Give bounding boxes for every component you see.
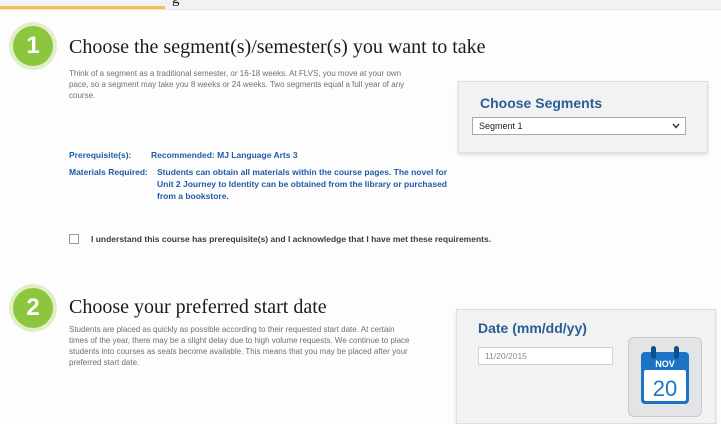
section-2-title: Choose your preferred start date [69, 296, 327, 318]
calendar-month: NOV [655, 359, 675, 369]
prerequisite-value: Recommended: MJ Language Arts 3 [151, 150, 298, 160]
start-date-input[interactable] [478, 347, 613, 365]
section-1-description: Think of a segment as a traditional seme… [69, 69, 405, 100]
segment-select[interactable]: Segment 1 [472, 117, 686, 135]
calendar-icon: NOV 20 [641, 346, 689, 404]
header-accent-bar [0, 6, 165, 9]
prerequisite-row: Prerequisite(s): Recommended: MJ Languag… [69, 149, 429, 163]
segment-select-value: Segment 1 [479, 121, 523, 131]
calendar-day: 20 [653, 376, 677, 401]
section-1-title: Choose the segment(s)/semester(s) you wa… [69, 36, 486, 58]
segments-panel: Choose Segments Segment 1 [458, 81, 708, 153]
date-panel-title: Date (mm/dd/yy) [478, 320, 587, 336]
header-clipped-text: g [172, 0, 180, 8]
section-2-description: Students are placed as quickly as possib… [69, 325, 410, 367]
segments-panel-title: Choose Segments [480, 95, 603, 111]
calendar-button[interactable]: NOV 20 [628, 337, 702, 417]
top-header-strip: g [0, 0, 721, 10]
materials-label: Materials Required: [69, 167, 148, 177]
acknowledge-text: I understand this course has prerequisit… [91, 234, 492, 244]
materials-value: Students can obtain all materials within… [157, 167, 448, 201]
date-panel: Date (mm/dd/yy) NOV 20 [456, 309, 716, 424]
acknowledge-checkbox[interactable] [69, 234, 79, 244]
step-1-badge: 1 [13, 26, 53, 66]
chevron-down-icon [672, 123, 680, 129]
acknowledge-row: I understand this course has prerequisit… [69, 234, 491, 244]
prerequisite-label: Prerequisite(s): [69, 150, 132, 160]
materials-row: Materials Required: Students can obtain … [69, 166, 469, 218]
step-2-badge: 2 [13, 288, 53, 328]
